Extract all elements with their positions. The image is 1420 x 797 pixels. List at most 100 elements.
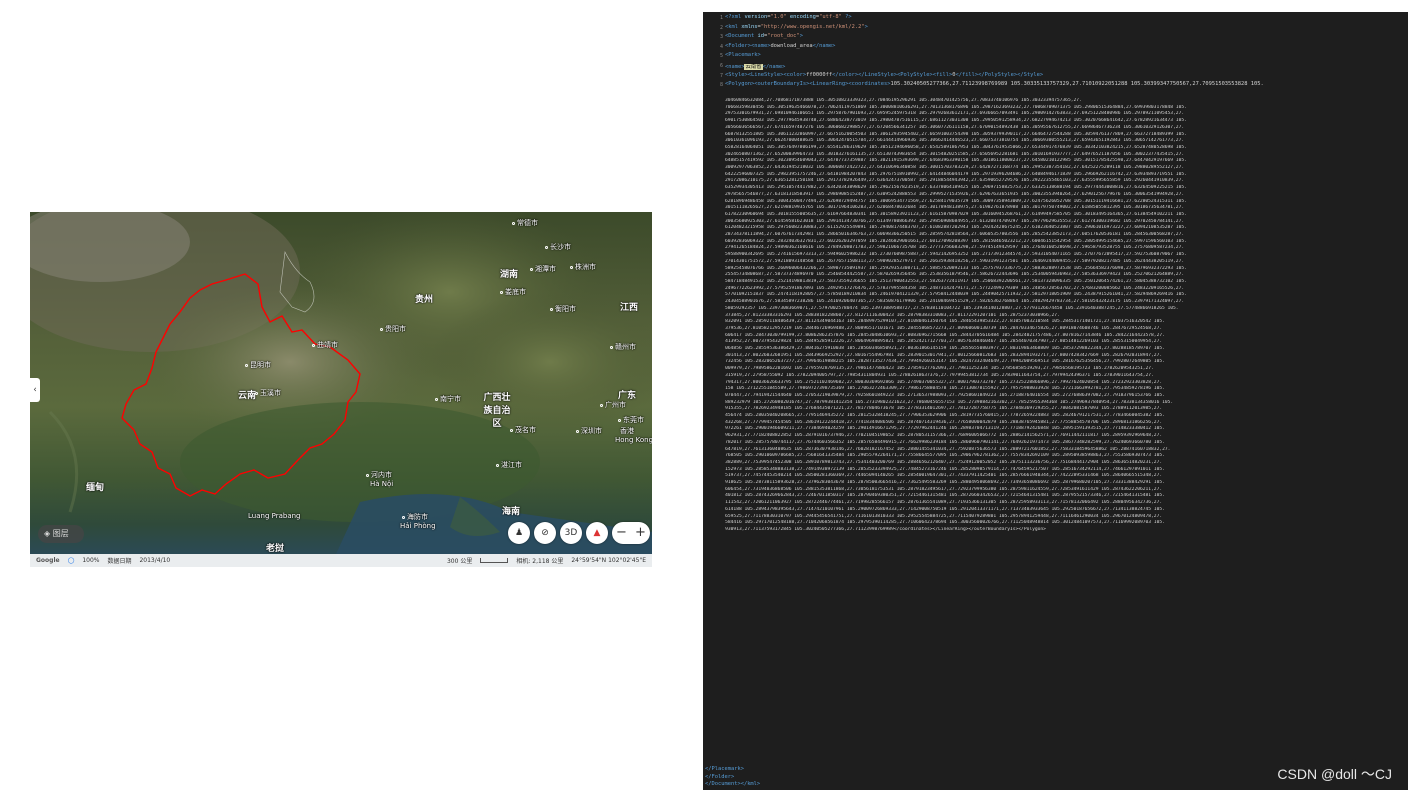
coordinate-line: 28980204382889,27.75399547452308 105.289… [725,459,1163,465]
coordinate-line: 28690320647819,27.76131360408635 105.287… [725,446,1171,452]
compass-button[interactable]: ▲ [586,522,608,544]
place-label: 缅甸 [86,483,105,493]
coordinate-line: 28446788379536,27.81058212957219 105.284… [725,325,1163,331]
code-token: xmlns [741,23,758,30]
layers-button[interactable]: ◈ 图层 [38,525,84,543]
coordinate-line: 30566036566567,27.67416597487276 105.306… [725,124,1185,130]
line-number: 7 [719,72,723,79]
coordinate-line: 28900427962931,27.77182408822852 105.287… [725,433,1163,439]
kml-code-editor[interactable]: 1 2 3 4 5 6 7 8 <?xml version="1.0" encoding="u… [703,12,1408,790]
coordinate-line: 29172086210175,27.63651281250184 105.291… [725,178,1185,184]
coordinate-line: 30035680925303,27.61459581623018 105.299… [725,218,1185,224]
place-label: 海南 [502,507,521,517]
coordinate-line: 30151118265627,27.62198819935765 105.301… [725,205,1185,211]
code-line: <Style><LineStyle><color>ff0000ff</color… [725,72,1043,78]
csdn-watermark: CSDN @doll ～CJ [1277,766,1392,782]
coordinate-line: 79899929158 105.27122551845589,27.798697… [725,386,1165,392]
coordinate-line: 28500217432268,27.77799457454505 105.286… [725,419,1163,425]
coordinate-line: 79840802315919,27.27958755092 105.278220… [725,372,1154,378]
place-label: Hải Phòng [400,522,436,530]
place-label: 玉溪市 [255,388,281,398]
toggle-3d-button[interactable]: 3D [560,522,582,544]
coordinate-line: 72687021401812 105.28743269662843,27.724… [725,493,1165,499]
code-token: <Style><LineStyle><color> [725,71,807,78]
coordinate-line: 29368174659525,27.71178830310797 105.294… [725,513,1163,519]
screenshot-root: 常德市 长沙市 湖南 江西 贵州 贵阳市 株洲市 湘潭市 衡阳市 娄底市 赣州市… [0,0,1420,797]
code-token: version [744,14,768,20]
place-label: 老挝 [266,544,285,554]
code-token: <kml [725,23,742,30]
code-line: <?xml version="1.0" encoding="utf-8" ?> [725,14,852,20]
code-token: "root_doc" [767,33,800,40]
panel-collapse-toggle[interactable]: ‹ [30,378,40,402]
zoom-out-button[interactable]: − [612,522,631,544]
compass-icon: ▲ [593,528,601,538]
coordinate-line: 64222596007325 105.29823951757246,27.641… [725,171,1187,177]
coordinate-line: 69017530864503 105.29779645938748,27.688… [725,118,1187,124]
coordinate-line: 25545734808687,27.58737374896970 105.254… [725,272,1185,278]
place-label: 娄底市 [500,287,526,297]
code-token: ?> [841,14,852,20]
coordinate-line: 28466364519737,27.74574453540214 105.285… [725,473,1163,479]
coordinate-line: 27886867889232979 105.27260802016747,27.… [725,399,1174,405]
coordinate-line: 24967722623992,27.57952591867893 105.249… [725,285,1185,291]
place-label: Hà Nội [370,480,394,488]
place-label: 海防市 [402,512,428,522]
line-number: 1 [719,15,723,21]
code-token: <Placemark> [725,52,761,59]
coordinate-line: 28464059413952,27.80737954329824 105.284… [725,339,1163,345]
coordinate-line: 28967142373845,27.81233383316293 105.288… [725,312,1060,318]
coordinate-line: 30246508071362,27.65200039964733 105.301… [725,151,1185,157]
zoom-controls: − + [612,522,650,544]
code-token: download_area [770,42,813,49]
coordinate-line: 30092977063852,27.64361945218032 105.300… [725,165,1185,171]
place-label: 贵州 [415,295,434,305]
coordinate-line: 70668359830456 105.30519635466078,27.706… [725,104,1187,110]
code-token: ff0000ff [806,71,833,78]
place-label: 广西壮族自治区 [483,393,511,429]
satellite-map-view[interactable]: 常德市 长沙市 湖南 江西 贵州 贵阳市 株洲市 湘潭市 衡阳市 娄底市 赣州市… [30,212,652,567]
zoom-in-button[interactable]: + [631,522,650,544]
place-label: 茂名市 [510,425,536,435]
highlighted-text: 云南省 [744,64,763,70]
code-token: "http://www.opengis.net/kml/2.2" [760,23,865,30]
place-label: 湛江市 [496,460,522,470]
coordinate-line: 71557318614188 105.28943798395643,27.714… [725,506,1165,512]
coordinate-line: 66878132551805 105.30611232860997,27.667… [725,131,1187,137]
code-line: </Placemark> [705,766,744,772]
coordinate-line: 73949428918625 105.28738115893628,27.737… [725,480,1165,486]
place-label: 云南 [238,391,257,401]
coordinate-line: 77984879456474 105.28035040208665,27.779… [725,413,1165,419]
coordinate-line: 29753301679931,27.69810946106651 105.297… [725,111,1185,117]
code-token: </fill></PolyStyle></Style> [955,71,1044,78]
coordinate-line: 62818969486458 105.30043500477494,27.626… [725,198,1187,204]
code-token: "utf-8" [819,14,842,20]
coordinate-line: 80464192064856 105.28559536386429,27.804… [725,346,1165,352]
coordinate-line: 27941265184824,27.59890362160616 105.278… [725,245,1185,251]
coordinate-line: 63529934305413 105.29510574417882,27.634… [725,185,1187,191]
place-label: 昆明市 [245,360,271,370]
hide-imagery-button[interactable]: ⊘ [534,522,556,544]
place-label: 常德市 [512,218,538,228]
coordinate-line: 29785657546877,27.63181318583917 105.298… [725,191,1185,197]
line-number: 5 [719,53,723,60]
code-token: </name> [762,64,786,70]
coordinate-line: 65828164064051 105.30576497806199,27.655… [725,144,1187,150]
code-line: </Folder> [705,773,735,780]
terrain-background [30,212,652,567]
place-label: 南宁市 [435,394,461,404]
place-label: 株洲市 [570,262,596,272]
coordinate-line: 28734378111894,27.60767617342981 105.286… [725,232,1185,238]
coordinate-line: 80090989606417 105.28473030799199,27.808… [725,332,1165,338]
layers-icon: ◈ [44,529,51,538]
place-label: 赣州市 [610,342,636,352]
coordinate-line: 75769711768505 105.29010609786685,27.756… [725,453,1165,459]
imagery-date-label: 数据日期 [107,558,132,565]
coordinate-line: 28709377111542,27.72061211063927 105.287… [725,500,1163,506]
code-token: <name> [725,64,745,70]
street-view-pegman-button[interactable]: ♟ [508,522,530,544]
place-label: 湖南 [500,270,519,280]
place-label: 衡阳市 [550,304,576,314]
coordinate-line: 64885157419592 105.30230954609043,27.647… [725,158,1187,164]
code-token: 105.30240505277366,27.71123998769989 105… [890,81,1264,88]
